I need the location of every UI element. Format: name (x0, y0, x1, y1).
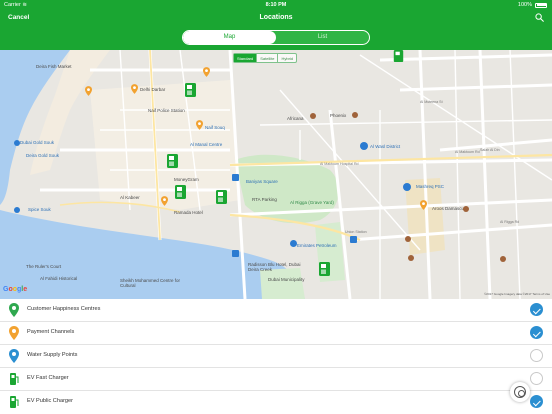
map-view[interactable]: Standard Satellite Hybrid Deira Fish Mar… (0, 50, 552, 299)
map-label: Al Rigga Rd (500, 220, 520, 224)
navigation-bar: Cancel Locations Map List (0, 10, 552, 50)
filter-checkbox-checked[interactable] (530, 303, 543, 316)
map-attribution[interactable]: ©2017 Google Imagery data ©2017 Terms of… (484, 292, 550, 296)
ev-charger-marker-icon[interactable] (185, 83, 196, 97)
filter-checkbox-unchecked[interactable] (530, 372, 543, 385)
map-label: Al Muteena St (420, 100, 443, 104)
map-label: Al Wasl District (370, 144, 401, 149)
orange-pin-icon[interactable] (203, 67, 210, 77)
map-label: Deira Fish Market (36, 64, 72, 69)
restaurant-poi-icon (408, 255, 414, 261)
filter-row-ev-fast-charger[interactable]: EV Fast Charger (0, 368, 552, 391)
map-type-selector: Standard Satellite Hybrid (233, 53, 298, 63)
tab-map[interactable]: Map (183, 31, 276, 44)
orange-pin-icon[interactable] (85, 86, 92, 96)
map-label: Salah Al Din (480, 148, 500, 152)
filter-label: Water Supply Points (27, 352, 78, 358)
green-pin-icon (9, 303, 19, 317)
map-label: MoneyGram (174, 177, 199, 182)
map-label: RTA Parking (252, 197, 277, 202)
map-label: Dubai Municipality (268, 277, 305, 282)
filter-checkbox-unchecked[interactable] (530, 349, 543, 362)
map-label: Emirates Petroleum (297, 243, 337, 248)
status-bar: Carrier ≋ 8:10 PM 100% (0, 0, 552, 10)
filter-label: Customer Happiness Centres (27, 306, 101, 312)
locations-screen: Carrier ≋ 8:10 PM 100% Cancel Locations … (0, 0, 552, 414)
google-logo: Google (3, 286, 28, 293)
metro-station-icon (350, 236, 357, 243)
metro-station-icon (232, 250, 239, 257)
bank-poi-icon (360, 142, 368, 150)
map-label: Mashreq PSC (416, 184, 445, 189)
filter-label: EV Fast Charger (27, 375, 69, 381)
restaurant-poi-icon (500, 256, 506, 262)
filter-row-ev-public-charger[interactable]: EV Public Charger (0, 391, 552, 414)
metro-station-icon (232, 174, 239, 181)
map-label: Union Station (345, 230, 367, 234)
map-label: Naif Police Station (148, 108, 185, 113)
restaurant-poi-icon (352, 112, 358, 118)
orange-pin-icon (9, 326, 19, 340)
map-label: Ramada Hotel (174, 210, 203, 215)
orange-pin-icon[interactable] (196, 120, 203, 130)
map-label: Al Fahidi Historical (40, 276, 78, 281)
location-filter-list: Customer Happiness Centres Payment Chann… (0, 299, 552, 414)
map-label: Phoenix (330, 113, 347, 118)
map-label: The Ruler's Court (26, 264, 62, 269)
ev-charger-marker-icon[interactable] (216, 190, 227, 204)
ev-charger-marker-icon[interactable] (167, 154, 178, 168)
orange-pin-icon[interactable] (420, 200, 427, 210)
map-label: Spice Souk (28, 207, 51, 212)
filter-row-payment-channels[interactable]: Payment Channels (0, 322, 552, 345)
restaurant-poi-icon (405, 236, 411, 242)
locate-icon (514, 386, 526, 398)
map-label: Baniyas Square (246, 179, 278, 184)
restaurant-poi-icon (310, 113, 316, 119)
status-time: 8:10 PM (265, 2, 287, 8)
map-label: Sheikh Mohammed Centre for Cultural (120, 278, 181, 288)
ev-public-charger-icon (10, 396, 19, 408)
map-label: Al Manal Centre (190, 142, 223, 147)
map-label: Africana (287, 116, 304, 121)
orange-pin-icon[interactable] (161, 196, 168, 206)
search-icon[interactable] (535, 13, 544, 22)
filter-checkbox-checked[interactable] (530, 395, 543, 408)
ev-fast-charger-icon (10, 373, 19, 385)
battery-icon (535, 2, 547, 8)
map-label: Deira Gold Souk (26, 153, 60, 158)
map-label: Al Maktoum Hospital Rd (320, 162, 359, 166)
map-label: Al Kabeer (120, 195, 140, 200)
filter-label: EV Public Charger (27, 398, 74, 404)
tab-list[interactable]: List (276, 31, 369, 44)
map-type-satellite[interactable]: Satellite (257, 54, 279, 62)
page-title: Locations (259, 14, 293, 21)
battery-percent: 100% (517, 2, 532, 8)
map-label: Naif Souq (205, 125, 225, 130)
shopping-poi-icon (14, 140, 20, 146)
map-label: Delhi Darbar (140, 87, 166, 92)
blue-pin-icon (9, 349, 19, 363)
bank-poi-icon (403, 183, 411, 191)
fuel-poi-icon (290, 240, 297, 247)
ev-charger-marker-icon[interactable] (319, 262, 330, 276)
filter-row-water-supply-points[interactable]: Water Supply Points (0, 345, 552, 368)
map-label: Al Maktoum Rd (455, 150, 480, 154)
ev-charger-marker-icon[interactable] (175, 185, 186, 199)
filter-checkbox-checked[interactable] (530, 326, 543, 339)
map-type-hybrid[interactable]: Hybrid (278, 54, 296, 62)
map-type-standard[interactable]: Standard (234, 54, 258, 62)
ev-charger-marker-icon[interactable] (393, 50, 404, 62)
filter-label: Payment Channels (27, 329, 75, 335)
map-label: Aroos Damascus (432, 206, 467, 211)
filter-row-customer-happiness-centres[interactable]: Customer Happiness Centres (0, 299, 552, 322)
map-label: Radisson Blu Hotel, Dubai Deira Creek (248, 262, 301, 272)
map-label: Al Rigga (Grave Yard) (290, 200, 334, 205)
restaurant-poi-icon (463, 206, 469, 212)
orange-pin-icon[interactable] (131, 84, 138, 94)
map-list-segmented-control: Map List (182, 30, 370, 45)
shopping-poi-icon (14, 207, 20, 213)
floating-action-button[interactable] (510, 382, 530, 402)
map-label: Dubai Gold Souk (20, 140, 55, 145)
